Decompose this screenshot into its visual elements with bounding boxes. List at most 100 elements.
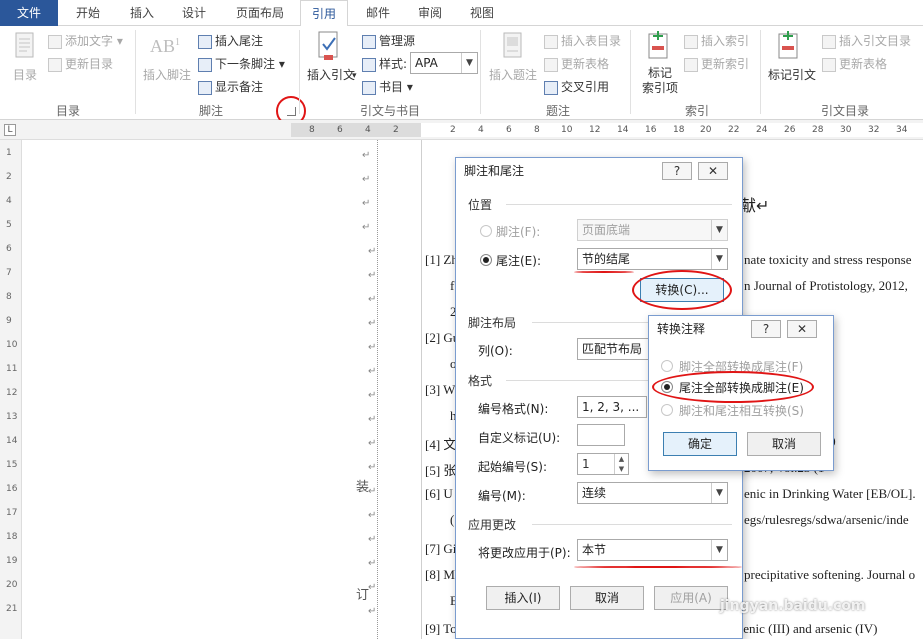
citation-style-select[interactable]: APA ▼ xyxy=(410,52,478,74)
mark-entry-button[interactable]: 标记 索引项 xyxy=(642,66,678,96)
insert-button[interactable]: 插入(I) xyxy=(486,586,560,610)
tab-page-layout[interactable]: 页面布局 xyxy=(226,0,294,26)
custom-mark-input[interactable] xyxy=(577,424,625,446)
close-button[interactable]: ✕ xyxy=(787,320,817,338)
cancel-button[interactable]: 取消 xyxy=(570,586,644,610)
insert-toa-button[interactable]: 插入引文目录 xyxy=(822,32,911,49)
ruler-number: 14 xyxy=(617,125,629,135)
manage-sources-button[interactable]: 管理源 xyxy=(362,32,415,49)
convert-option-radio[interactable] xyxy=(661,360,673,372)
tab-mailings[interactable]: 邮件 xyxy=(356,0,400,26)
group-label-captions: 题注 xyxy=(545,104,570,118)
update-toc-button[interactable]: 更新目录 xyxy=(48,55,113,72)
tab-references[interactable]: 引用 xyxy=(300,0,348,27)
insert-endnote-icon xyxy=(198,34,212,49)
cancel-button[interactable]: 取消 xyxy=(747,432,821,456)
style-icon xyxy=(362,57,376,72)
paragraph-mark: ↵ xyxy=(368,390,377,401)
show-notes-button[interactable]: 显示备注 xyxy=(198,78,263,95)
vertical-ruler-number: 19 xyxy=(6,556,18,566)
ok-button[interactable]: 确定 xyxy=(663,432,737,456)
convert-option-radio[interactable] xyxy=(661,404,673,416)
red-annotation-underline xyxy=(574,566,742,568)
chevron-down-icon: ▼ xyxy=(711,249,727,269)
insert-caption-button[interactable]: 插入题注 xyxy=(489,66,537,83)
mark-citation-icon xyxy=(778,31,798,59)
paragraph-mark: ↵ xyxy=(368,606,377,617)
insert-table-of-figures-button[interactable]: 插入表目录 xyxy=(544,32,621,49)
cross-reference-button[interactable]: 交叉引用 xyxy=(544,78,609,95)
reference-label: [7] Gi xyxy=(425,541,457,556)
ribbon-separator xyxy=(135,30,136,114)
ruler-number: 4 xyxy=(365,125,371,135)
endnote-position-select[interactable]: 节的结尾 ▼ xyxy=(577,248,728,270)
endnote-radio[interactable] xyxy=(480,254,492,266)
mark-entry-icon xyxy=(648,31,668,59)
add-text-icon xyxy=(48,34,62,49)
ruler-number: 34 xyxy=(896,125,908,135)
apply-button[interactable]: 应用(A) xyxy=(654,586,728,610)
tab-home[interactable]: 开始 xyxy=(66,0,110,26)
start-at-stepper[interactable]: 1 ▲ ▼ xyxy=(577,453,629,475)
update-table-button[interactable]: 更新表格 xyxy=(544,55,609,72)
paragraph-mark: ↵ xyxy=(368,366,377,377)
ruler-number: 28 xyxy=(812,125,824,135)
next-footnote-button[interactable]: 下一条脚注 ▾ xyxy=(198,55,285,72)
insert-footnote-button[interactable]: 插入脚注 xyxy=(143,66,191,83)
document-left-page[interactable] xyxy=(22,140,421,639)
footnote-label: 脚注(F): xyxy=(496,225,541,239)
ruler-number: 2 xyxy=(393,125,399,135)
update-toa-button[interactable]: 更新表格 xyxy=(822,55,887,72)
group-label-index: 索引 xyxy=(684,104,709,118)
insert-endnote-button[interactable]: 插入尾注 xyxy=(198,32,263,49)
add-text-button[interactable]: 添加文字 ▾ xyxy=(48,32,123,49)
reference-label: [3] W xyxy=(425,382,456,397)
insert-citation-dropdown-icon[interactable]: ▾ xyxy=(352,71,357,81)
number-format-select[interactable]: 1, 2, 3, ... xyxy=(577,396,647,418)
vertical-ruler-number: 4 xyxy=(6,196,12,206)
tab-design[interactable]: 设计 xyxy=(172,0,216,26)
columns-label: 列(O): xyxy=(478,344,513,358)
manage-sources-icon xyxy=(362,34,376,49)
ruler-number: 10 xyxy=(561,125,573,135)
section-format: 格式 xyxy=(468,374,493,388)
section-apply: 应用更改 xyxy=(468,518,517,532)
insert-toa-icon xyxy=(822,34,836,49)
ribbon-separator xyxy=(760,30,761,114)
numbering-select[interactable]: 连续 ▼ xyxy=(577,482,728,504)
close-button[interactable]: ✕ xyxy=(698,162,728,180)
update-toc-icon xyxy=(48,57,62,72)
paragraph-mark: ↵ xyxy=(362,174,371,185)
tab-view[interactable]: 视图 xyxy=(460,0,504,26)
help-button[interactable]: ? xyxy=(751,320,781,338)
footnote-radio[interactable] xyxy=(480,225,492,237)
tab-file[interactable]: 文件 xyxy=(0,0,58,26)
section-divider xyxy=(506,204,732,205)
tab-review[interactable]: 审阅 xyxy=(408,0,452,26)
spin-arrows-icon[interactable]: ▲ ▼ xyxy=(614,454,628,474)
update-table-icon xyxy=(544,57,558,72)
vertical-ruler-number: 8 xyxy=(6,292,12,302)
apply-to-label: 将更改应用于(P): xyxy=(478,546,571,560)
insert-citation-button[interactable]: 插入引文 xyxy=(307,66,355,83)
chevron-down-icon: ▼ xyxy=(711,483,727,503)
ribbon-separator xyxy=(299,30,300,114)
paragraph-mark: ↵ xyxy=(368,582,377,593)
mark-citation-button[interactable]: 标记引文 xyxy=(768,66,816,83)
ruler-number: 18 xyxy=(673,125,685,135)
ruler-number: 30 xyxy=(840,125,852,135)
ruler-number: 26 xyxy=(784,125,796,135)
references-heading: 献↵ xyxy=(740,198,770,215)
ruler-number: 32 xyxy=(868,125,880,135)
help-button[interactable]: ? xyxy=(662,162,692,180)
bibliography-button[interactable]: 书目 ▾ xyxy=(362,78,413,95)
apply-to-select[interactable]: 本节 ▼ xyxy=(577,539,728,561)
tab-insert[interactable]: 插入 xyxy=(120,0,164,26)
update-index-button[interactable]: 更新索引 xyxy=(684,55,749,72)
tab-selector-icon[interactable]: L xyxy=(4,124,16,136)
update-toa-icon xyxy=(822,57,836,72)
paragraph-mark: ↵ xyxy=(368,558,377,569)
toc-button[interactable]: 目录 xyxy=(13,66,37,83)
insert-index-button[interactable]: 插入索引 xyxy=(684,32,749,49)
watermark: jingyan.baidu.com xyxy=(720,598,866,614)
